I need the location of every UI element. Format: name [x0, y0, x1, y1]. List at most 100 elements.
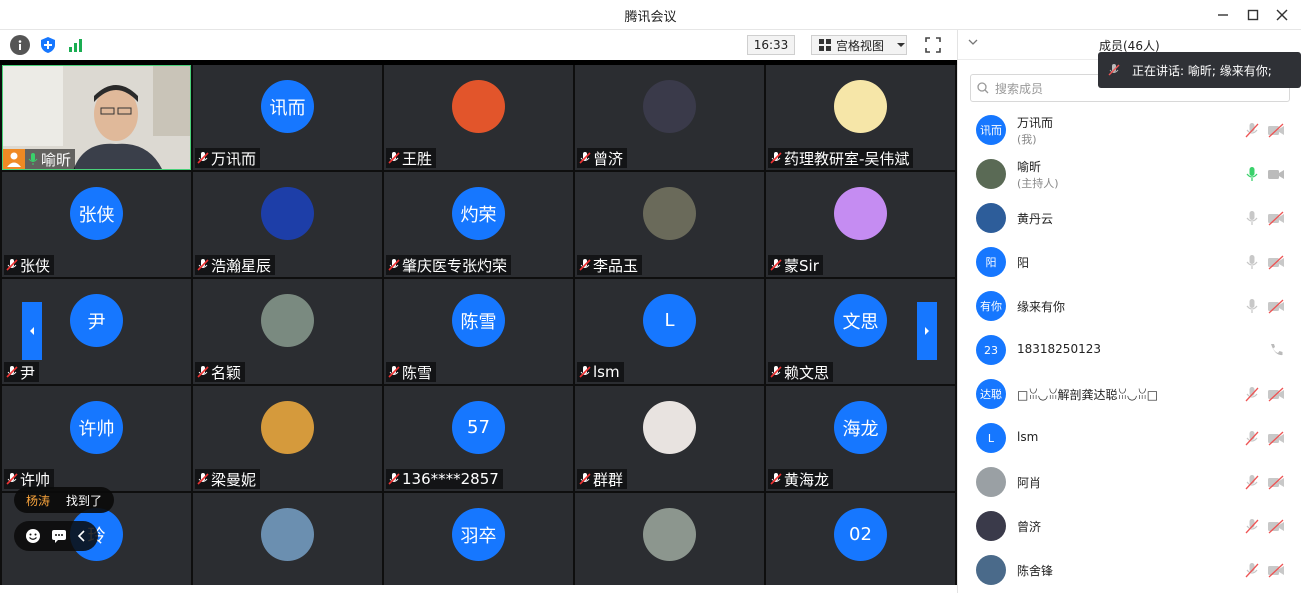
video-tile[interactable]: 药理教研室-吴伟斌 — [766, 65, 955, 170]
video-tile[interactable]: 许帅 许帅 — [2, 386, 191, 491]
video-tile[interactable]: 名颖 — [193, 279, 382, 384]
avatar-text: 02 — [849, 524, 872, 545]
mic-muted-icon — [1245, 387, 1259, 402]
minimize-icon[interactable] — [1212, 4, 1234, 26]
phone-icon — [1271, 344, 1283, 356]
member-name: 万讯而 — [1017, 116, 1054, 130]
avatar-photo — [261, 294, 314, 347]
member-row[interactable]: 曾济 — [958, 504, 1301, 548]
video-tile[interactable]: 浩瀚星辰 — [193, 172, 382, 277]
signal-icon[interactable] — [66, 35, 86, 55]
member-row[interactable]: 有你 缘来有你 — [958, 284, 1301, 328]
mic-muted-icon — [1245, 519, 1259, 534]
member-avatar-text: 达聪 — [980, 388, 1002, 401]
mic-on-icon — [28, 153, 38, 165]
tile-nameplate: 曾济 — [577, 148, 628, 168]
maximize-icon[interactable] — [1242, 4, 1264, 26]
member-role: (我) — [1017, 133, 1037, 146]
member-avatar-text: 有你 — [980, 300, 1002, 313]
chat-icon[interactable] — [51, 528, 67, 544]
avatar-text: 陈雪 — [460, 311, 497, 333]
member-row[interactable]: 黄丹云 — [958, 196, 1301, 240]
member-avatar: 有你 — [976, 291, 1006, 321]
tile-name: 蒙Sir — [784, 256, 819, 275]
video-tile[interactable] — [575, 493, 764, 593]
avatar: 讯而 — [261, 80, 314, 133]
avatar-text: 灼荣 — [460, 204, 497, 226]
member-row[interactable]: 陈舍锋 — [958, 548, 1301, 592]
title-bar: 腾讯会议 — [0, 0, 1301, 30]
video-tile[interactable]: 曾济 — [575, 65, 764, 170]
video-tile[interactable]: 王胜 — [384, 65, 573, 170]
video-tile[interactable]: 灼荣 肇庆医专张灼荣 — [384, 172, 573, 277]
avatar-text: 讯而 — [269, 97, 306, 119]
video-tile[interactable]: Llsm — [575, 279, 764, 384]
video-tile[interactable]: 陈雪 陈雪 — [384, 279, 573, 384]
collapse-icon[interactable] — [77, 530, 87, 542]
mic-muted-icon — [579, 152, 591, 164]
camera-off-icon — [1268, 475, 1284, 490]
tile-name: 王胜 — [402, 149, 433, 168]
avatar: 张侠 — [70, 187, 123, 240]
video-tile[interactable]: 02 — [766, 493, 955, 593]
tile-nameplate: 尹 — [4, 362, 40, 382]
avatar: L — [643, 294, 696, 347]
tile-name: 名颖 — [211, 363, 242, 382]
member-row[interactable]: 达聪 □ꈍ◡ꈍ解剖龚达聪ꈍ◡ꈍ□ — [958, 372, 1301, 416]
member-name: 曾济 — [1017, 520, 1042, 534]
member-row[interactable]: 阿肖 — [958, 460, 1301, 504]
member-name: 喻昕 — [1017, 160, 1042, 174]
tile-name: 药理教研室-吴伟斌 — [784, 149, 910, 168]
mic-muted-icon — [770, 366, 782, 378]
tile-nameplate: 陈雪 — [386, 362, 437, 382]
member-row[interactable]: 阳阳 — [958, 240, 1301, 284]
video-tile[interactable]: 讯而 万讯而 — [193, 65, 382, 170]
member-role: (主持人) — [1017, 177, 1059, 190]
emoji-icon[interactable] — [25, 528, 41, 544]
video-tile[interactable]: 张侠 张侠 — [2, 172, 191, 277]
video-tile[interactable]: 梁曼妮 — [193, 386, 382, 491]
tile-nameplate: 浩瀚星辰 — [195, 255, 276, 275]
video-tile[interactable]: 群群 — [575, 386, 764, 491]
video-tile[interactable]: 57 136****2857 — [384, 386, 573, 491]
reaction-bar — [14, 521, 98, 551]
member-name: □ꈍ◡ꈍ解剖龚达聪ꈍ◡ꈍ□ — [1017, 388, 1159, 402]
tile-name: 136****2857 — [402, 470, 499, 488]
member-row[interactable]: 喻昕 (主持人) — [958, 152, 1301, 196]
tile-nameplate: 名颖 — [195, 362, 246, 382]
video-tile[interactable]: 李品玉 — [575, 172, 764, 277]
chat-popup[interactable]: 杨涛 找到了 — [14, 487, 115, 513]
video-tile[interactable] — [193, 493, 382, 593]
avatar-photo — [261, 401, 314, 454]
member-row[interactable]: 讯而 万讯而 (我) — [958, 108, 1301, 152]
grid-next-page-button[interactable] — [917, 302, 937, 360]
video-tile[interactable]: 羽卒 — [384, 493, 573, 593]
grid-view-icon — [819, 39, 831, 51]
tile-name: 曾济 — [593, 149, 624, 168]
info-icon[interactable] — [10, 35, 30, 55]
view-mode-dropdown[interactable]: 宫格视图 — [811, 35, 907, 55]
mic-icon — [1246, 299, 1258, 313]
video-tile[interactable]: 海龙 黄海龙 — [766, 386, 955, 491]
window-title: 腾讯会议 — [624, 10, 677, 25]
mic-muted-icon — [197, 259, 209, 271]
mic-muted-icon — [1245, 563, 1259, 578]
avatar: 海龙 — [834, 401, 887, 454]
fullscreen-icon[interactable] — [922, 35, 944, 55]
mic-muted-icon — [770, 473, 782, 485]
close-icon[interactable] — [1271, 4, 1293, 26]
avatar-photo — [261, 508, 314, 561]
avatar-photo — [452, 80, 505, 133]
member-name: 陈舍锋 — [1017, 564, 1054, 578]
tile-nameplate: lsm — [577, 362, 624, 382]
collapse-panel-icon[interactable] — [968, 36, 978, 49]
mic-muted-icon — [579, 473, 591, 485]
grid-prev-page-button[interactable] — [22, 302, 42, 360]
shield-icon[interactable] — [38, 35, 58, 55]
video-tile[interactable]: 蒙Sir — [766, 172, 955, 277]
video-tile[interactable]: 喻昕 — [2, 65, 191, 170]
member-row[interactable]: 23 18318250123 — [958, 328, 1301, 372]
search-icon — [977, 82, 989, 94]
member-row[interactable]: Llsm — [958, 416, 1301, 460]
tile-name: 赖文思 — [784, 363, 830, 382]
